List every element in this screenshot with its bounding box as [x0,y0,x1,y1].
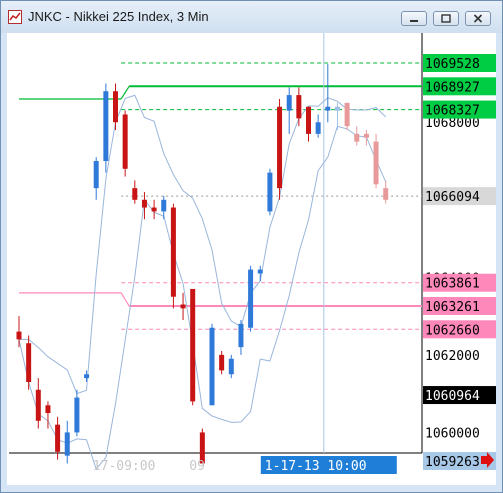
price-label: 1069528 [425,57,480,72]
window-title: JNKC - Nikkei 225 Index, 3 Min [28,9,209,24]
minimize-button[interactable] [401,11,427,26]
candle-down [383,188,389,200]
candle-up [64,432,70,456]
candle-up [257,269,263,274]
candle-down [55,424,61,452]
candle-up [334,106,340,111]
chart-area[interactable]: 1068000106600010640001062000106000010695… [7,33,496,485]
price-label: 1063261 [425,300,480,315]
candle-down [296,95,302,119]
crosshair-time-label: 1-17-13 10:00 [265,459,367,474]
restore-button[interactable] [433,11,459,26]
chart-app-icon [8,10,22,24]
price-label: 1068327 [425,104,480,119]
candle-down [306,106,311,134]
candle-up [93,161,99,189]
y-tick-label: 1060000 [425,426,480,441]
plot-area [9,33,422,453]
candle-down [16,331,22,340]
time-label: 09 [189,459,205,474]
candle-up [286,95,292,111]
candle-up [74,397,80,433]
candle-down [277,106,283,189]
candle-up [267,172,273,212]
candle-down [141,199,147,208]
candle-down [363,133,369,138]
candle-up [238,323,244,348]
candle-up [103,91,109,162]
close-button[interactable] [465,11,491,26]
price-label: 1060964 [425,389,480,404]
y-tick-label: 1062000 [425,349,480,364]
candle-up [161,199,167,212]
candle-up [325,106,331,111]
candle-down [26,343,32,383]
candle-down [354,133,360,142]
price-label: 1063861 [425,277,480,292]
candle-down [151,207,157,212]
candle-down [122,114,128,169]
candle-up [228,358,234,375]
candle-down [373,141,379,185]
candle-up [84,374,90,379]
time-label: 17-09:00 [93,459,156,474]
price-label: 1066094 [425,190,480,205]
price-label: 1059263 [425,455,480,470]
candle-up [209,327,215,406]
candle-down [344,102,350,127]
candle-down [170,207,176,297]
candle-down [35,389,41,421]
candle-down [132,188,138,200]
price-label: 1062660 [425,323,480,338]
chart-window: JNKC - Nikkei 225 Index, 3 Min 1068000 10… [0,0,503,493]
candle-up [315,122,321,134]
title-bar[interactable]: JNKC - Nikkei 225 Index, 3 Min [1,1,502,33]
candle-down [190,288,196,402]
price-label: 1068927 [425,80,480,95]
candle-down [45,405,51,414]
candle-down [219,354,225,371]
candle-down [113,91,118,123]
candle-down [180,304,186,309]
candlestick-chart[interactable]: 1068000106600010640001062000106000010695… [7,33,496,485]
candle-up [248,269,254,328]
